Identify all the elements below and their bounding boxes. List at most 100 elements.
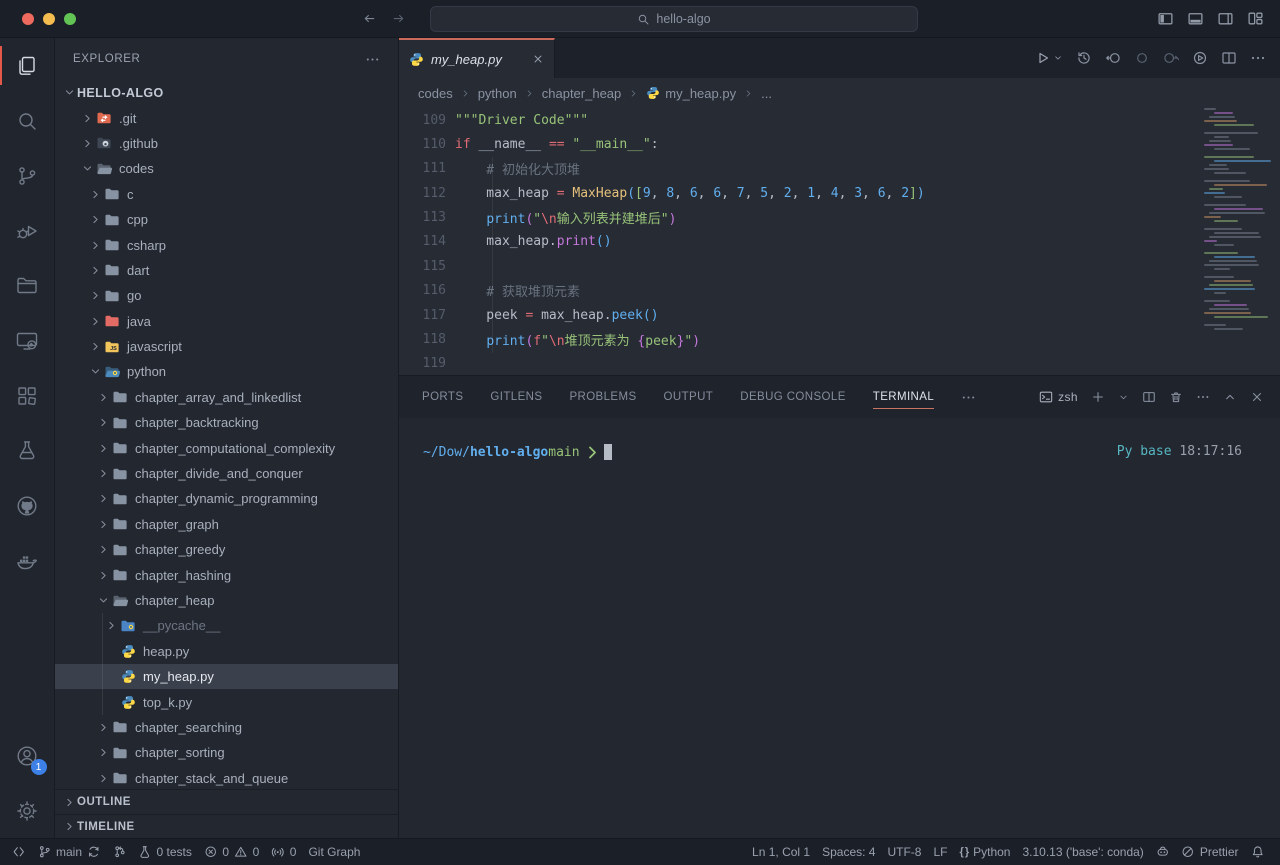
chevron-right-icon[interactable] <box>87 188 103 201</box>
tree-item-chapter-divide-and-conquer[interactable]: chapter_divide_and_conquer <box>55 461 398 486</box>
chevron-down-icon[interactable] <box>79 162 95 175</box>
breadcrumb-item[interactable]: chapter_heap <box>542 86 622 101</box>
activity-accounts-icon[interactable]: 1 <box>0 728 55 783</box>
tree-item-chapter-dynamic-programming[interactable]: chapter_dynamic_programming <box>55 486 398 511</box>
chevron-right-icon[interactable] <box>95 772 111 785</box>
close-tab-icon[interactable] <box>532 53 544 65</box>
terminal-dropdown-icon[interactable] <box>1118 392 1129 403</box>
statusbar-indentation[interactable]: Spaces: 4 <box>816 845 881 859</box>
sidebar-section-timeline[interactable]: TIMELINE <box>55 814 398 838</box>
chevron-down-icon[interactable] <box>61 86 77 99</box>
tree-item-top-k-py[interactable]: top_k.py <box>55 689 398 714</box>
breadcrumb-item[interactable]: ... <box>761 86 772 101</box>
statusbar-tests[interactable]: 0 tests <box>132 845 198 859</box>
chevron-right-icon[interactable] <box>87 315 103 328</box>
file-history-icon[interactable] <box>1076 50 1092 66</box>
tree-item-csharp[interactable]: csharp <box>55 232 398 257</box>
chevron-down-icon[interactable] <box>87 365 103 378</box>
toggle-secondary-sidebar-icon[interactable] <box>1217 10 1234 27</box>
navigate-forward-icon[interactable] <box>391 11 406 26</box>
tree-item-heap-py[interactable]: heap.py <box>55 639 398 664</box>
tree-item-chapter-backtracking[interactable]: chapter_backtracking <box>55 410 398 435</box>
zoom-window-button[interactable] <box>64 13 76 25</box>
chevron-right-icon[interactable] <box>87 213 103 226</box>
statusbar-encoding[interactable]: UTF-8 <box>881 845 927 859</box>
statusbar-cursor-position[interactable]: Ln 1, Col 1 <box>746 845 816 859</box>
next-change-icon[interactable] <box>1163 50 1179 66</box>
close-panel-icon[interactable] <box>1250 390 1264 404</box>
chevron-right-icon[interactable] <box>95 467 111 480</box>
more-actions-icon[interactable] <box>1250 50 1266 66</box>
panel-tab-output[interactable]: OUTPUT <box>664 376 714 418</box>
command-center-search[interactable]: hello-algo <box>430 6 918 32</box>
tree-item-cpp[interactable]: cpp <box>55 207 398 232</box>
breadcrumb-item[interactable]: my_heap.py <box>646 86 736 101</box>
new-terminal-icon[interactable] <box>1091 390 1105 404</box>
statusbar-copilot[interactable] <box>1150 845 1176 859</box>
activity-testing-icon[interactable] <box>0 423 55 478</box>
open-changes-icon[interactable] <box>1192 50 1208 66</box>
chevron-right-icon[interactable] <box>95 442 111 455</box>
tree-root-hello-algo[interactable]: HELLO-ALGO <box>55 80 398 105</box>
tab-my-heap-py[interactable]: my_heap.py <box>399 38 555 78</box>
tree-item-chapter-heap[interactable]: chapter_heap <box>55 588 398 613</box>
activity-source-control-icon[interactable] <box>0 148 55 203</box>
tree-item--github[interactable]: .github <box>55 131 398 156</box>
statusbar-git-graph[interactable]: Git Graph <box>302 845 366 859</box>
tree-item-chapter-hashing[interactable]: chapter_hashing <box>55 562 398 587</box>
tree-item-c[interactable]: c <box>55 182 398 207</box>
statusbar-language-mode[interactable]: { }Python <box>953 845 1016 859</box>
statusbar-notifications[interactable] <box>1245 845 1271 859</box>
tree-item-codes[interactable]: codes <box>55 156 398 181</box>
statusbar-git-branch[interactable]: main <box>32 845 107 859</box>
statusbar-prettier[interactable]: Prettier <box>1175 845 1244 859</box>
change-indicator-icon[interactable] <box>1134 50 1150 66</box>
activity-folder-browser-icon[interactable] <box>0 258 55 313</box>
tree-item-chapter-array-and-linkedlist[interactable]: chapter_array_and_linkedlist <box>55 385 398 410</box>
statusbar-eol[interactable]: LF <box>927 845 953 859</box>
tree-item--git[interactable]: .git <box>55 105 398 130</box>
activity-settings-icon[interactable] <box>0 783 55 838</box>
previous-change-icon[interactable] <box>1105 50 1121 66</box>
panel-tab-problems[interactable]: PROBLEMS <box>569 376 636 418</box>
activity-docker-icon[interactable] <box>0 533 55 588</box>
breadcrumb-item[interactable]: python <box>478 86 517 101</box>
customize-layout-icon[interactable] <box>1247 10 1264 27</box>
tree-item-my-heap-py[interactable]: my_heap.py <box>55 664 398 689</box>
activity-search-icon[interactable] <box>0 93 55 148</box>
chevron-right-icon[interactable] <box>79 112 95 125</box>
maximize-panel-icon[interactable] <box>1223 390 1237 404</box>
toggle-primary-sidebar-icon[interactable] <box>1157 10 1174 27</box>
tree-item-chapter-graph[interactable]: chapter_graph <box>55 512 398 537</box>
panel-tab-debug-console[interactable]: DEBUG CONSOLE <box>740 376 846 418</box>
chevron-right-icon[interactable] <box>95 746 111 759</box>
chevron-right-icon[interactable] <box>87 340 103 353</box>
chevron-right-icon[interactable] <box>95 518 111 531</box>
chevron-right-icon[interactable] <box>87 289 103 302</box>
statusbar-ports[interactable]: 0 <box>265 845 302 859</box>
toggle-panel-icon[interactable] <box>1187 10 1204 27</box>
code-editor[interactable]: 109"""Driver Code"""110if __name__ == "_… <box>399 108 1280 375</box>
tree-item-chapter-sorting[interactable]: chapter_sorting <box>55 740 398 765</box>
tree-item-javascript[interactable]: JSjavascript <box>55 334 398 359</box>
breadcrumb-item[interactable]: codes <box>418 86 453 101</box>
kill-terminal-icon[interactable] <box>1169 390 1183 404</box>
tree-item-python[interactable]: python <box>55 359 398 384</box>
chevron-right-icon[interactable] <box>79 137 95 150</box>
tree-item--pycache-[interactable]: __pycache__ <box>55 613 398 638</box>
sidebar-section-outline[interactable]: OUTLINE <box>55 790 398 814</box>
chevron-right-icon[interactable] <box>95 721 111 734</box>
chevron-right-icon[interactable] <box>87 239 103 252</box>
chevron-right-icon[interactable] <box>95 543 111 556</box>
panel-tab-ports[interactable]: PORTS <box>422 376 463 418</box>
statusbar-commit-graph[interactable] <box>107 845 133 859</box>
run-python-file-icon[interactable] <box>1035 50 1063 66</box>
chevron-right-icon[interactable] <box>95 569 111 582</box>
tree-item-go[interactable]: go <box>55 283 398 308</box>
panel-more-tabs-icon[interactable] <box>961 390 976 405</box>
tree-item-dart[interactable]: dart <box>55 258 398 283</box>
activity-run-and-debug-icon[interactable] <box>0 203 55 258</box>
activity-remote-explorer-icon[interactable] <box>0 313 55 368</box>
panel-tab-gitlens[interactable]: GITLENS <box>490 376 542 418</box>
statusbar-problems[interactable]: 00 <box>198 845 265 859</box>
